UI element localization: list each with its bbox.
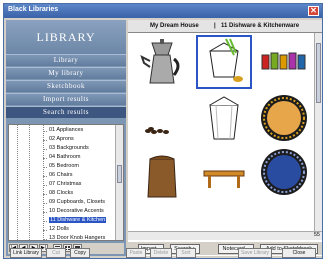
nav-search-results-button[interactable]: Search results xyxy=(6,106,126,118)
tree-connector xyxy=(43,149,47,150)
tree-item[interactable]: 10 Decorative Accents xyxy=(49,208,104,214)
image-grid xyxy=(128,33,314,231)
tree-item[interactable]: 06 Chairs xyxy=(49,172,73,178)
tree-scroll-thumb[interactable] xyxy=(117,165,122,183)
library-header-title: LIBRARY xyxy=(36,30,96,44)
tree-item[interactable]: 03 Backgrounds xyxy=(49,145,89,151)
sidebar: LIBRARY Library My library Sketchbook Im… xyxy=(6,20,126,256)
link-library-button[interactable]: Link Library xyxy=(10,248,42,258)
breadcrumb-separator: | xyxy=(214,23,216,29)
tree-connector xyxy=(43,239,47,240)
paste-button[interactable]: Paste xyxy=(126,248,146,258)
tree-item[interactable]: 04 Bathroom xyxy=(49,154,81,160)
clipart-wooden-bench[interactable] xyxy=(196,145,252,199)
tree-item[interactable]: 12 Dolls xyxy=(49,226,69,232)
nav-my-library-button[interactable]: My library xyxy=(6,67,126,79)
bottom-toolbar: Link Library Cut Copy Paste Delete Sort … xyxy=(6,248,322,258)
tree-item[interactable]: 01 Appliances xyxy=(49,127,83,133)
clipart-takeout-box[interactable] xyxy=(196,35,252,89)
tree-connector xyxy=(43,185,47,186)
grid-vertical-scrollbar[interactable] xyxy=(314,33,322,231)
title-bar[interactable]: Black Libraries ✕ xyxy=(4,4,322,18)
close-window-button[interactable]: ✕ xyxy=(308,6,319,16)
tree-item-selected[interactable]: 11 Dishware & Kitchen xyxy=(49,217,107,223)
breadcrumb-project[interactable]: My Dream House xyxy=(150,23,199,29)
breadcrumb: My Dream House | 11 Dishware & Kitchenwa… xyxy=(128,20,322,33)
tree-connector xyxy=(43,167,47,168)
cut-button[interactable]: Cut xyxy=(46,248,66,258)
tree-item[interactable]: 05 Bedroom xyxy=(49,163,79,169)
library-header: LIBRARY xyxy=(6,20,126,54)
tree-guide-line xyxy=(29,125,30,240)
tree-connector xyxy=(43,212,47,213)
grid-horizontal-scrollbar[interactable]: 55 xyxy=(128,231,322,240)
tree-connector xyxy=(43,230,47,231)
library-window: Black Libraries ✕ LIBRARY Library My lib… xyxy=(3,3,323,259)
breadcrumb-category: 11 Dishware & Kitchenware xyxy=(221,23,300,29)
clipart-coffee-beans[interactable] xyxy=(134,91,190,145)
close-button[interactable]: Close xyxy=(282,248,316,258)
tree-connector xyxy=(43,140,47,141)
delete-button[interactable]: Delete xyxy=(150,248,172,258)
nav-library-button[interactable]: Library xyxy=(6,54,126,66)
tree-item[interactable]: 02 Aprons xyxy=(49,136,74,142)
window-title: Black Libraries xyxy=(8,6,59,13)
scroll-number: 55 xyxy=(313,232,320,238)
tree-connector xyxy=(43,176,47,177)
clipart-coffee-pot[interactable] xyxy=(134,35,190,89)
content-pane: My Dream House | 11 Dishware & Kitchenwa… xyxy=(128,20,322,256)
clipart-blue-plate[interactable] xyxy=(256,145,312,199)
clipart-spice-jars[interactable] xyxy=(256,35,312,89)
nav-import-results-button[interactable]: Import results xyxy=(6,93,126,105)
tree-item[interactable]: 08 Clocks xyxy=(49,190,73,196)
save-library-button[interactable]: Save Library xyxy=(238,248,272,258)
copy-button[interactable]: Copy xyxy=(70,248,90,258)
clipart-takeout-carton[interactable] xyxy=(196,91,252,145)
nav-sketchbook-button[interactable]: Sketchbook xyxy=(6,80,126,92)
tree-connector xyxy=(43,158,47,159)
tree-item[interactable]: 13 Door Knob Hangers xyxy=(49,235,105,240)
tree-guide-line xyxy=(43,125,44,240)
tree-scrollbar[interactable] xyxy=(115,125,123,240)
tree-connector xyxy=(43,203,47,204)
tree-guide-line xyxy=(17,125,18,240)
sort-button[interactable]: Sort xyxy=(176,248,196,258)
clipart-paper-bag[interactable] xyxy=(134,145,190,199)
tree-connector xyxy=(43,194,47,195)
tree-connector xyxy=(43,221,47,222)
tree-item[interactable]: 09 Cupboards, Closets xyxy=(49,199,105,205)
tree-connector xyxy=(43,131,47,132)
grid-scroll-thumb[interactable] xyxy=(316,43,321,103)
tree-item[interactable]: 07 Christmas xyxy=(49,181,81,187)
category-tree[interactable]: 01 Appliances 02 Aprons 03 Backgrounds 0… xyxy=(8,124,124,241)
clipart-plate[interactable] xyxy=(256,91,312,145)
